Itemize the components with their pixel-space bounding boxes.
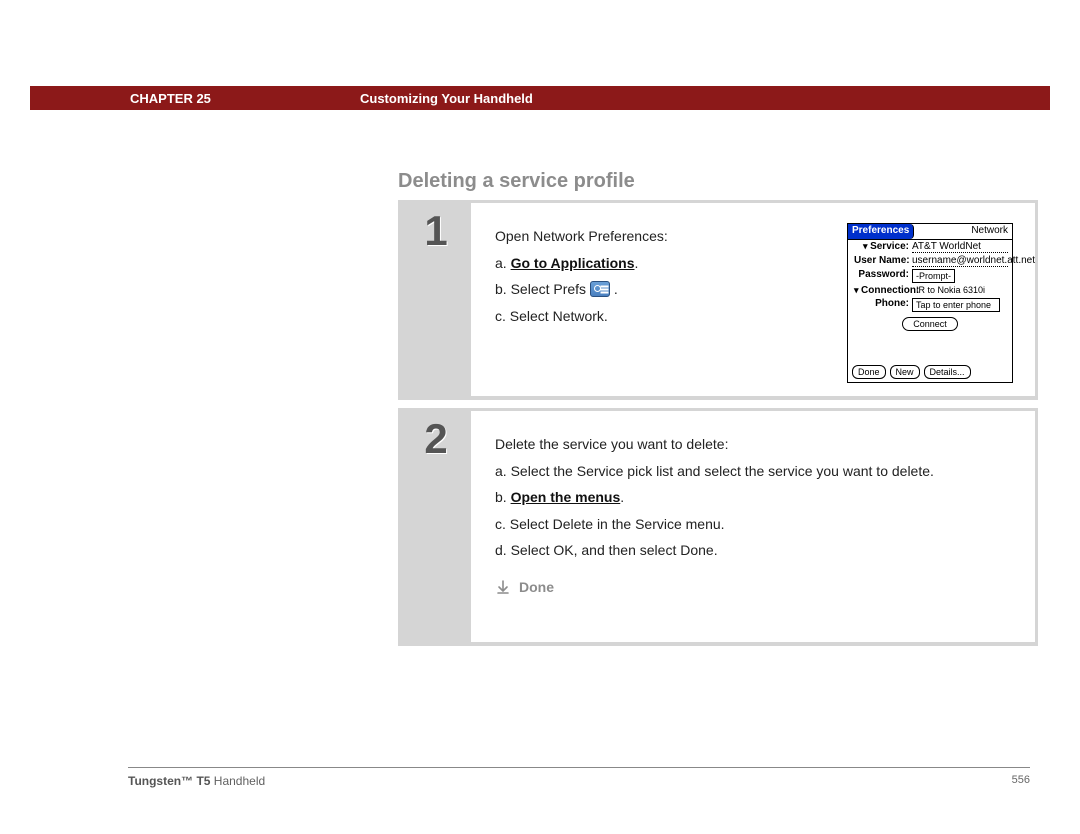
palm-username-value[interactable]: username@worldnet.att.net	[912, 255, 1008, 267]
done-indicator: Done	[495, 574, 1011, 601]
open-the-menus-link[interactable]: Open the menus	[511, 489, 621, 505]
step-2-b-suffix: .	[620, 489, 624, 505]
step-2-block: 2 Delete the service you want to delete:…	[398, 408, 1038, 646]
step-2-d-prefix: d.	[495, 542, 507, 558]
page-number: 556	[1012, 774, 1030, 788]
step-2-intro: Delete the service you want to delete:	[495, 431, 1011, 458]
palm-password-label: Password:	[854, 269, 912, 280]
page-footer: Tungsten™ T5 Handheld 556	[128, 767, 1030, 788]
section-heading: Deleting a service profile	[398, 170, 635, 193]
step-1-c-prefix: c.	[495, 308, 506, 324]
step-2-number-box: 2	[401, 411, 471, 642]
chapter-header: CHAPTER 25 Customizing Your Handheld	[30, 86, 1050, 110]
step-1-b-prefix: b.	[495, 281, 507, 297]
step-1-b-suffix: .	[614, 281, 618, 297]
step-2-b-prefix: b.	[495, 489, 507, 505]
product-name-bold: Tungsten™ T5	[128, 774, 210, 788]
step-2-c: c. Select Delete in the Service menu.	[495, 511, 1011, 538]
palm-new-button[interactable]: New	[890, 365, 920, 379]
palm-titlebar: Preferences Network	[848, 224, 1012, 240]
step-1-b-text: Select Prefs	[511, 281, 586, 297]
palm-done-button[interactable]: Done	[852, 365, 886, 379]
chapter-title: Customizing Your Handheld	[360, 91, 533, 106]
done-arrow-icon	[495, 580, 511, 594]
step-1-number: 1	[424, 207, 447, 255]
go-to-applications-link[interactable]: Go to Applications	[511, 255, 635, 271]
step-2-d: d. Select OK, and then select Done.	[495, 537, 1011, 564]
palm-connection-label[interactable]: Connection:	[854, 285, 916, 296]
product-name: Tungsten™ T5 Handheld	[128, 774, 265, 788]
done-label: Done	[519, 574, 554, 601]
palm-phone-label: Phone:	[854, 298, 912, 309]
step-2-c-prefix: c.	[495, 516, 506, 532]
chapter-label: CHAPTER 25	[30, 91, 360, 106]
palm-connection-value[interactable]: IR to Nokia 6310i	[916, 285, 1008, 295]
palm-connect-button[interactable]: Connect	[902, 317, 958, 331]
palm-preferences-screenshot: Preferences Network Service: AT&T WorldN…	[847, 223, 1013, 383]
step-1-block: 1 Open Network Preferences: a. Go to App…	[398, 200, 1038, 400]
step-2-body: Delete the service you want to delete: a…	[471, 411, 1035, 615]
step-1-c-text: Select Network.	[510, 308, 608, 324]
step-2-a-prefix: a.	[495, 463, 507, 479]
palm-title-right: Network	[967, 224, 1012, 239]
palm-phone-value[interactable]: Tap to enter phone	[912, 298, 1000, 312]
step-2-b: b. Open the menus.	[495, 484, 1011, 511]
step-2-a: a. Select the Service pick list and sele…	[495, 458, 1011, 485]
step-2-d-text: Select OK, and then select Done.	[511, 542, 718, 558]
step-2-number: 2	[424, 415, 447, 463]
prefs-icon	[590, 281, 610, 297]
palm-password-value[interactable]: -Prompt-	[912, 269, 955, 283]
step-2-c-text: Select Delete in the Service menu.	[510, 516, 725, 532]
palm-details-button[interactable]: Details...	[924, 365, 971, 379]
palm-username-label: User Name:	[854, 255, 912, 266]
product-name-rest: Handheld	[210, 774, 265, 788]
palm-title-left: Preferences	[848, 224, 914, 239]
step-1-a-suffix: .	[635, 255, 639, 271]
step-1-number-box: 1	[401, 203, 471, 396]
step-2-a-text: Select the Service pick list and select …	[511, 463, 934, 479]
step-1-a-prefix: a.	[495, 255, 507, 271]
palm-service-label[interactable]: Service:	[854, 241, 912, 252]
palm-service-value[interactable]: AT&T WorldNet	[912, 241, 1008, 253]
